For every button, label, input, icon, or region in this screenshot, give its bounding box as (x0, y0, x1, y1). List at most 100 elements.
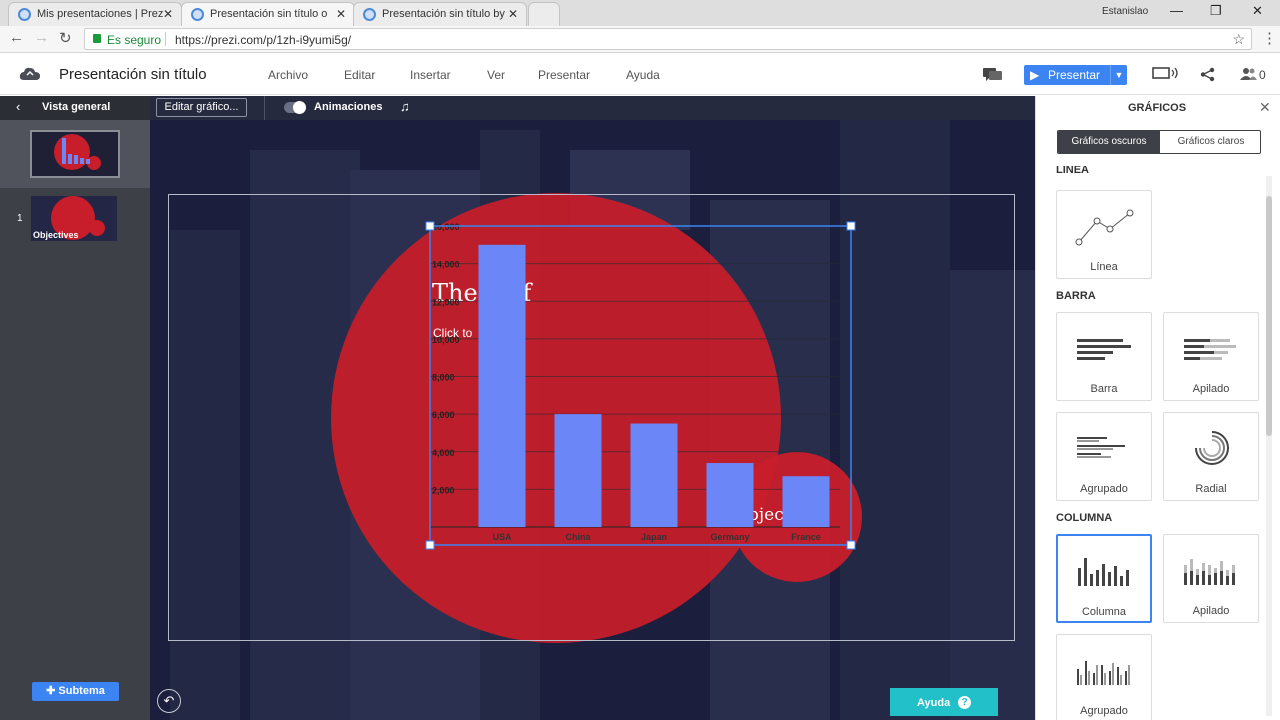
tab-light-charts[interactable]: Gráficos claros (1160, 131, 1260, 153)
panel-title: GRÁFICOS (1128, 102, 1187, 114)
chart-type-column[interactable]: Columna (1056, 534, 1152, 623)
menu-ver[interactable]: Ver (487, 68, 505, 82)
chart-type-bar-stacked[interactable]: Apilado (1163, 312, 1259, 401)
tab-title: Presentación sin título o (210, 8, 328, 20)
chart-type-label: Columna (1081, 606, 1127, 618)
panel-scrollbar[interactable] (1266, 176, 1272, 716)
undo-button[interactable]: ↶ (157, 689, 181, 713)
edit-chart-button[interactable]: Editar gráfico... (156, 98, 247, 117)
add-subtopic-button[interactable]: ✚ Subtema (32, 682, 119, 701)
chart-x-tick-label: China (565, 532, 591, 542)
chart-types-list[interactable]: LÍNEA Línea BARRA Barra Apilado Agrupado… (1036, 166, 1280, 720)
menu-editar[interactable]: Editar (344, 68, 375, 82)
scrollbar-thumb[interactable] (1266, 196, 1272, 436)
prezi-favicon-icon (18, 8, 31, 21)
resize-handle[interactable] (846, 221, 856, 231)
chart-type-label: Agrupado (1080, 705, 1128, 717)
chart-type-bar[interactable]: Barra (1056, 312, 1152, 401)
chart-y-tick-label: 12,000 (432, 297, 460, 307)
grouped-column-icon (1077, 661, 1130, 685)
presentation-title[interactable]: Presentación sin título (59, 66, 207, 83)
tab-title: Mis presentaciones | Prez (37, 8, 164, 20)
close-tab-icon[interactable]: ✕ (336, 3, 346, 25)
divider (165, 32, 166, 46)
overview-thumbnail-row (0, 120, 150, 188)
close-tab-icon[interactable]: ✕ (508, 3, 518, 25)
share-icon[interactable] (1200, 67, 1215, 82)
address-bar-row: ← → ↻ Es seguro https://prezi.com/p/1zh-… (0, 26, 1280, 53)
cloud-icon[interactable] (19, 67, 41, 81)
app-header: Presentación sin título Archivo Editar I… (0, 54, 1280, 95)
maximize-icon[interactable]: ❐ (1210, 3, 1222, 19)
chart-y-tick-label: 16,000 (432, 222, 460, 232)
reload-icon[interactable]: ↻ (59, 29, 72, 47)
close-icon[interactable]: ✕ (1259, 99, 1271, 116)
grouped-bar-icon (1077, 437, 1125, 458)
browser-tab-bar: Mis presentaciones | Prez ✕ Presentación… (0, 0, 1280, 26)
chart-type-label: Apilado (1192, 383, 1230, 395)
help-button[interactable]: Ayuda ? (890, 688, 998, 716)
chart-x-tick-label: Germany (710, 532, 749, 542)
chart-type-label: Radial (1195, 483, 1227, 495)
chart-type-column-stacked[interactable]: Apilado (1163, 534, 1259, 623)
chart-type-label: Apilado (1192, 605, 1230, 617)
chart-type-radial[interactable]: Radial (1163, 412, 1259, 501)
comments-icon[interactable] (983, 66, 1003, 84)
collaborators-icon[interactable] (1240, 67, 1258, 81)
chart-type-line[interactable]: Línea (1056, 190, 1152, 279)
prezi-favicon-icon (363, 8, 376, 21)
browser-user-name[interactable]: Estanislao (1102, 6, 1148, 17)
horizontal-bar-icon (1077, 339, 1131, 360)
resize-handle[interactable] (425, 221, 435, 231)
chart-bar (630, 423, 678, 527)
browser-menu-icon[interactable]: ⋮ (1262, 29, 1277, 47)
menu-ayuda[interactable]: Ayuda (626, 68, 660, 82)
overview-label[interactable]: Vista general (42, 101, 110, 113)
stacked-bar-icon (1184, 339, 1236, 360)
browser-tab-active[interactable]: Presentación sin título o ✕ (181, 2, 355, 26)
menu-presentar[interactable]: Presentar (538, 68, 590, 82)
browser-tab[interactable]: Mis presentaciones | Prez ✕ (8, 2, 182, 26)
chart-x-tick-label: USA (492, 532, 512, 542)
column-chart[interactable]: 2,000 4,000 6,000 8,000 10,000 12,000 14,000 16… (420, 216, 860, 556)
browser-tab[interactable]: Presentación sin título by ✕ (353, 2, 527, 26)
minimize-icon[interactable]: — (1170, 3, 1183, 18)
chart-type-bar-grouped[interactable]: Agrupado (1056, 412, 1152, 501)
back-arrow-icon[interactable]: ← (9, 29, 24, 46)
add-subtopic-label: Subtema (58, 685, 105, 697)
url-text[interactable]: https://prezi.com/p/1zh-i9yumi5g/ (175, 33, 351, 47)
bookmark-star-icon[interactable]: ☆ (1232, 31, 1245, 48)
resize-handle[interactable] (846, 540, 856, 550)
present-dropdown-icon[interactable]: ▼ (1110, 65, 1127, 85)
lock-icon (93, 34, 101, 43)
url-input[interactable]: Es seguro https://prezi.com/p/1zh-i9yumi… (84, 28, 1252, 50)
resize-handle[interactable] (425, 540, 435, 550)
charts-panel: GRÁFICOS ✕ Gráficos oscuros Gráficos cla… (1035, 96, 1280, 720)
chart-type-label: Agrupado (1080, 483, 1128, 495)
secure-label: Es seguro (107, 33, 162, 47)
present-button[interactable]: ▶ Presentar ▼ (1024, 65, 1127, 85)
chart-type-column-grouped[interactable]: Agrupado (1056, 634, 1152, 720)
new-tab-button[interactable] (528, 2, 560, 26)
music-note-icon[interactable]: ♫ (400, 99, 410, 114)
close-tab-icon[interactable]: ✕ (163, 3, 173, 25)
section-heading-line: LÍNEA (1056, 166, 1089, 176)
forward-arrow-icon[interactable]: → (34, 29, 49, 46)
slide-thumbnail[interactable]: Objectives (31, 196, 117, 241)
animations-toggle[interactable] (284, 101, 306, 114)
plus-icon: ✚ (46, 685, 56, 697)
overview-preview-graphic (54, 134, 101, 170)
menu-insertar[interactable]: Insertar (410, 68, 451, 82)
display-settings-icon[interactable] (1152, 67, 1180, 81)
chart-theme-switch: Gráficos oscuros Gráficos claros (1057, 130, 1261, 154)
chart-type-label: Línea (1090, 261, 1118, 273)
slide-canvas[interactable]: The ef Click to xt bjec s 2,0004,0006,00… (150, 96, 1035, 720)
menu-archivo[interactable]: Archivo (268, 68, 308, 82)
section-heading-bar: BARRA (1056, 290, 1096, 302)
overview-thumbnail[interactable] (30, 130, 120, 178)
chart-y-tick-label: 10,000 (432, 335, 460, 345)
chevron-left-icon[interactable]: ‹ (16, 99, 20, 114)
window-close-icon[interactable]: ✕ (1252, 3, 1263, 19)
tab-dark-charts[interactable]: Gráficos oscuros (1058, 131, 1160, 153)
column-chart-icon (1078, 558, 1129, 586)
